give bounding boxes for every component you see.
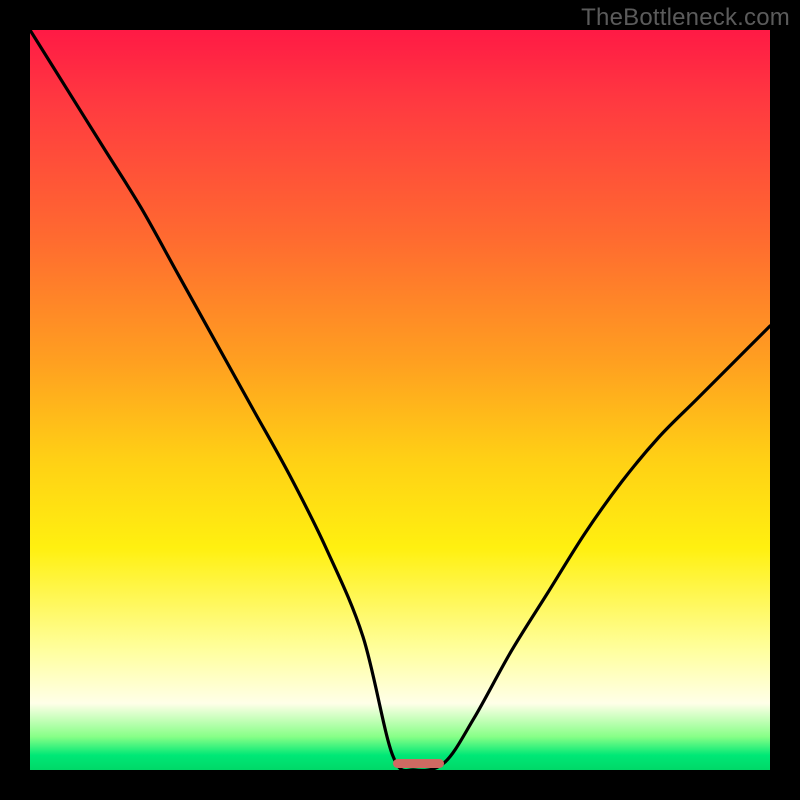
watermark-text: TheBottleneck.com bbox=[581, 4, 790, 32]
curve-svg bbox=[30, 30, 770, 770]
chart-frame: TheBottleneck.com bbox=[0, 0, 800, 800]
plot-area bbox=[30, 30, 770, 770]
bottleneck-curve bbox=[30, 30, 770, 770]
optimal-range-marker bbox=[393, 759, 445, 768]
